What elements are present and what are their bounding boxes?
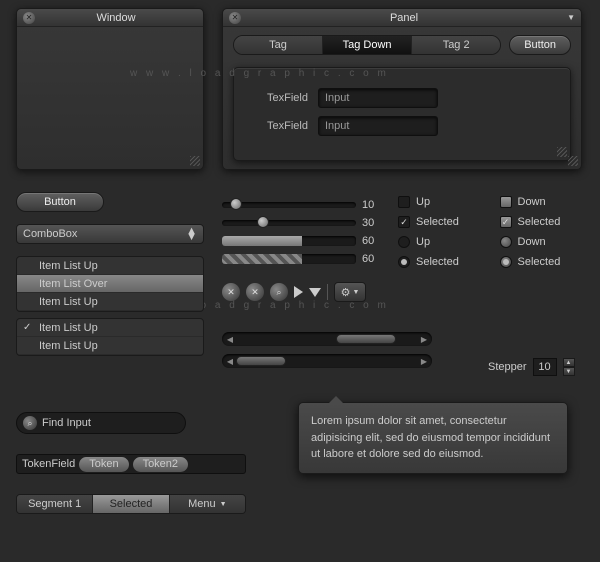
gear-menu-button[interactable]: ⚙▼ [334, 282, 366, 302]
field-label-1: TexField [248, 92, 318, 104]
scroll-right-icon[interactable]: ▶ [418, 334, 430, 344]
icon-toolbar: ✕ ✕ ⌕ ⚙▼ [222, 282, 366, 302]
scrollbar-thumb[interactable] [236, 356, 286, 366]
button[interactable]: Button [16, 192, 104, 212]
list-item[interactable]: Item List Up [17, 257, 203, 275]
token-pill[interactable]: Token2 [133, 457, 188, 472]
scroll-right-icon[interactable]: ▶ [418, 356, 430, 366]
controls-grid: Up Down Selected Selected Up Down Select… [398, 194, 583, 270]
segment-menu[interactable]: Menu▼ [170, 495, 245, 513]
list-item[interactable]: Item List Up [17, 337, 203, 355]
scrollbar-1[interactable]: ◀ ▶ [222, 332, 432, 346]
panel-title: Panel [241, 12, 567, 24]
checkbox-selected-2[interactable] [500, 216, 512, 228]
list-1: Item List Up Item List Over Item List Up [16, 256, 204, 312]
stepper-down-icon[interactable]: ▼ [563, 367, 575, 376]
gear-icon: ⚙ [341, 286, 351, 299]
slider-2-value: 30 [356, 217, 380, 229]
stepper-up-icon[interactable]: ▲ [563, 358, 575, 367]
scroll-left-icon[interactable]: ◀ [224, 334, 236, 344]
search-icon[interactable]: ⌕ [270, 283, 288, 301]
tab-bar: Tag Tag Down Tag 2 [233, 35, 501, 55]
checkbox-selected-1[interactable] [398, 216, 410, 228]
panel: ✕ Panel ▼ Tag Tag Down Tag 2 Button TexF… [222, 8, 582, 170]
scrollbar-2[interactable]: ◀ ▶ [222, 354, 432, 368]
resize-handle[interactable] [568, 156, 578, 166]
slider-1-value: 10 [356, 199, 380, 211]
play-icon[interactable] [294, 286, 303, 298]
progress-2-value: 60 [356, 253, 380, 265]
close-icon[interactable]: ✕ [23, 12, 35, 24]
updown-icon: ▲▼ [186, 228, 197, 240]
checkbox-down[interactable] [500, 196, 512, 208]
tab-tag[interactable]: Tag [234, 36, 323, 54]
slider-2[interactable] [222, 220, 356, 226]
search-icon: ⌕ [23, 416, 37, 430]
tooltip: Lorem ipsum dolor sit amet, consectetur … [298, 402, 568, 474]
tooltip-text: Lorem ipsum dolor sit amet, consectetur … [311, 415, 550, 460]
triangle-down-icon[interactable] [309, 288, 321, 297]
progress-1-value: 60 [356, 235, 380, 247]
window-titlebar[interactable]: ✕ Window [17, 9, 203, 27]
segmented-control: Segment 1 Selected Menu▼ [16, 494, 246, 514]
find-placeholder: Find Input [42, 417, 91, 429]
textfield-2[interactable] [318, 116, 438, 136]
field-label-2: TexField [248, 120, 318, 132]
scroll-left-icon[interactable]: ◀ [224, 356, 236, 366]
segment-1[interactable]: Segment 1 [17, 495, 93, 513]
resize-handle[interactable] [190, 156, 200, 166]
list-item-checked[interactable]: ✓Item List Up [17, 319, 203, 337]
list-2: ✓Item List Up Item List Up [16, 318, 204, 356]
radio-selected-2[interactable] [500, 256, 512, 268]
close-circle-icon[interactable]: ✕ [222, 283, 240, 301]
list-item[interactable]: Item List Up [17, 293, 203, 311]
segment-selected[interactable]: Selected [93, 495, 169, 513]
tab-tag-down[interactable]: Tag Down [323, 36, 412, 54]
token-pill[interactable]: Token [79, 457, 128, 472]
window-title: Window [35, 12, 197, 24]
combobox[interactable]: ComboBox ▲▼ [16, 224, 204, 244]
textfield-1[interactable] [318, 88, 438, 108]
stepper-value[interactable]: 10 [533, 358, 557, 376]
slider-1[interactable] [222, 202, 356, 208]
stepper-label: Stepper [488, 361, 527, 373]
progress-1 [222, 236, 356, 246]
tokenfield-label: TokenField [22, 458, 75, 470]
divider [327, 284, 328, 300]
radio-selected-1[interactable] [398, 256, 410, 268]
find-input[interactable]: ⌕ Find Input [16, 412, 186, 434]
scrollbar-thumb[interactable] [336, 334, 396, 344]
window: ✕ Window [16, 8, 204, 170]
panel-button[interactable]: Button [509, 35, 571, 55]
panel-titlebar[interactable]: ✕ Panel ▼ [223, 9, 581, 27]
tokenfield[interactable]: TokenField Token Token2 [16, 454, 246, 474]
checkbox-up[interactable] [398, 196, 410, 208]
stepper: Stepper 10 ▲ ▼ [488, 358, 575, 376]
radio-up[interactable] [398, 236, 410, 248]
close-icon[interactable]: ✕ [229, 12, 241, 24]
resize-handle[interactable] [557, 147, 567, 157]
chevron-down-icon[interactable]: ▼ [567, 13, 575, 22]
list-item-over[interactable]: Item List Over [17, 275, 203, 293]
tab-tag-2[interactable]: Tag 2 [412, 36, 500, 54]
progress-2 [222, 254, 356, 264]
combobox-label: ComboBox [23, 228, 77, 240]
radio-down[interactable] [500, 236, 512, 248]
close-circle-icon-2[interactable]: ✕ [246, 283, 264, 301]
